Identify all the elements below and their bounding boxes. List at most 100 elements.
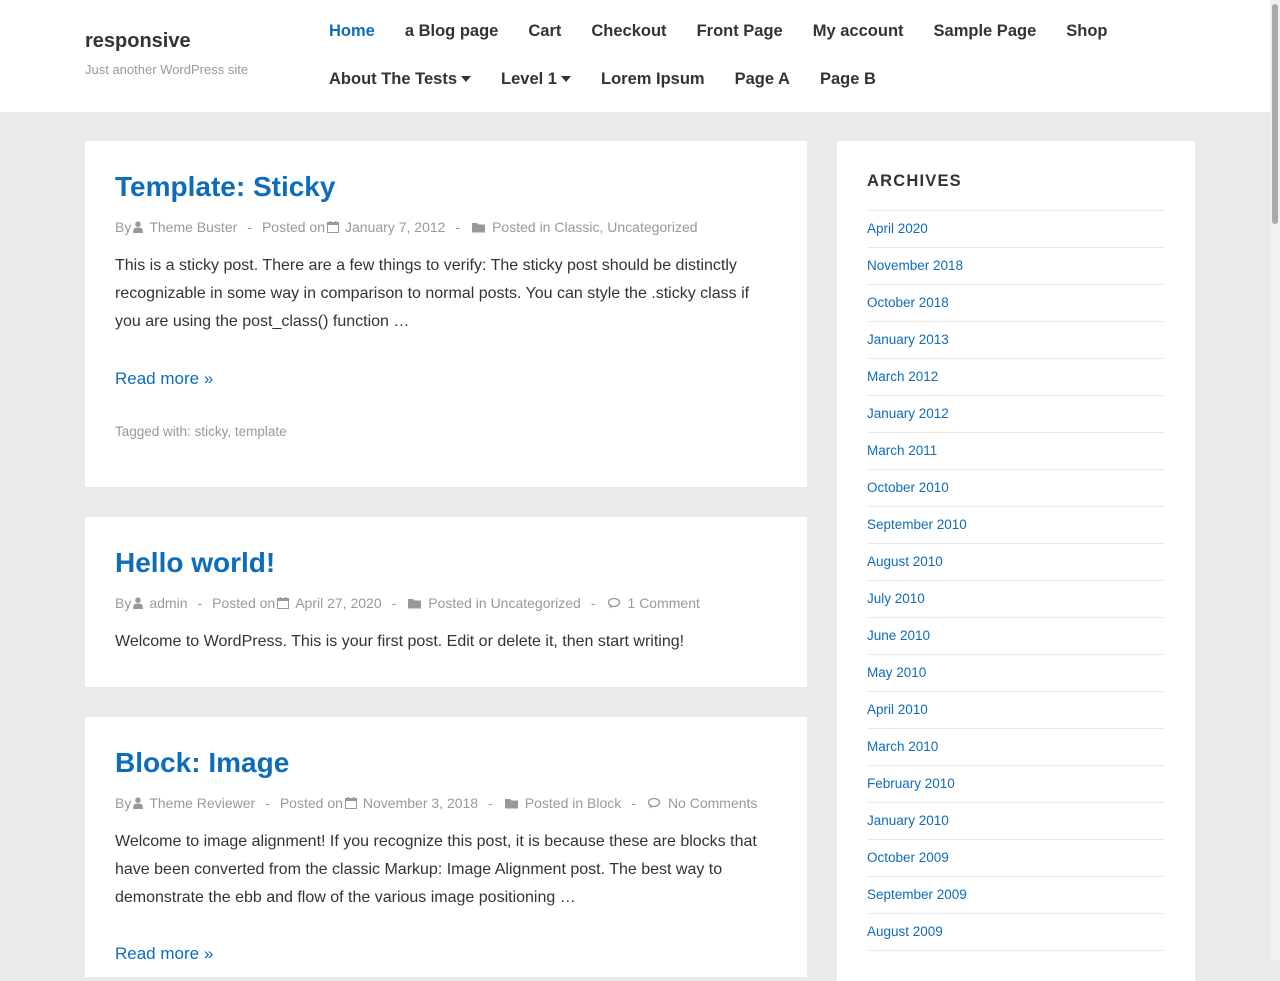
nav-item-page-a[interactable]: Page A: [735, 69, 790, 89]
post-meta: By admin - Posted on April 27, 2020 - Po…: [115, 595, 700, 611]
archive-link[interactable]: April 2010: [867, 702, 928, 717]
post-card: Block: Image By Theme Reviewer - Posted …: [85, 717, 807, 977]
archive-link[interactable]: September 2009: [867, 887, 967, 902]
archive-item: January 2013: [867, 322, 1164, 359]
meta-separator: -: [631, 795, 636, 811]
nav-item-my-account[interactable]: My account: [813, 21, 904, 41]
archive-link[interactable]: February 2010: [867, 776, 955, 791]
archive-link[interactable]: April 2020: [867, 221, 928, 236]
archive-item: February 2010: [867, 766, 1164, 803]
post-category-link[interactable]: Uncategorized: [491, 595, 581, 611]
nav-item-lorem-ipsum[interactable]: Lorem Ipsum: [601, 69, 705, 89]
archive-link[interactable]: September 2010: [867, 517, 967, 532]
archive-item: May 2010: [867, 655, 1164, 692]
archive-link[interactable]: October 2009: [867, 850, 949, 865]
archive-link[interactable]: August 2009: [867, 924, 943, 939]
meta-separator: -: [247, 219, 252, 235]
post-excerpt: Welcome to image alignment! If you recog…: [115, 833, 757, 906]
post-title[interactable]: Hello world!: [115, 547, 275, 579]
post-comments-link[interactable]: 1 Comment: [628, 595, 700, 611]
post-excerpt: Welcome to WordPress. This is your first…: [115, 633, 685, 650]
nav-item-label: About The Tests: [329, 70, 458, 88]
widget-title: ARCHIVES: [867, 172, 962, 190]
post-comments-link[interactable]: No Comments: [668, 795, 757, 811]
tag-links[interactable]: sticky, template: [195, 424, 287, 439]
folder-icon: [504, 798, 518, 808]
post-date-link[interactable]: November 3, 2018: [363, 795, 478, 811]
archive-item: September 2009: [867, 877, 1164, 914]
by-label: By: [115, 595, 132, 611]
post-author-link[interactable]: Theme Buster: [149, 219, 237, 235]
archive-link[interactable]: October 2018: [867, 295, 949, 310]
post-date-link[interactable]: January 7, 2012: [345, 219, 445, 235]
nav-item-front-page[interactable]: Front Page: [697, 21, 783, 41]
archive-item: August 2009: [867, 914, 1164, 951]
archive-link[interactable]: July 2010: [867, 591, 925, 606]
page-scrollbar[interactable]: [1270, 0, 1280, 960]
meta-separator: -: [488, 795, 493, 811]
post-category-link[interactable]: Classic, Uncategorized: [554, 219, 697, 235]
nav-item-checkout[interactable]: Checkout: [591, 21, 666, 41]
nav-item-shop[interactable]: Shop: [1066, 21, 1107, 41]
post-tags: Tagged with: sticky, template: [115, 424, 287, 439]
folder-icon: [472, 222, 486, 232]
archive-item: September 2010: [867, 507, 1164, 544]
tags-label: Tagged with:: [115, 424, 191, 439]
archive-link[interactable]: January 2012: [867, 406, 949, 421]
posted-in-label: Posted in: [524, 795, 584, 811]
archive-link[interactable]: May 2010: [867, 665, 926, 680]
by-label: By: [115, 795, 132, 811]
meta-separator: -: [391, 595, 397, 611]
posted-on-label: Posted on: [279, 795, 343, 811]
archive-list: April 2020 November 2018 October 2018 Ja…: [867, 210, 1164, 951]
nav-item-cart[interactable]: Cart: [528, 21, 561, 41]
archive-link[interactable]: March 2010: [867, 739, 938, 754]
scrollbar-thumb[interactable]: [1272, 4, 1278, 224]
sidebar-archives-widget: ARCHIVES April 2020 November 2018 Octobe…: [837, 141, 1195, 981]
post-title[interactable]: Template: Sticky: [115, 171, 335, 203]
archive-link[interactable]: June 2010: [867, 628, 930, 643]
post-date-link[interactable]: April 27, 2020: [295, 595, 381, 611]
posted-in-label: Posted in: [428, 595, 487, 611]
site-description: Just another WordPress site: [85, 62, 249, 77]
archive-item: November 2018: [867, 248, 1164, 285]
by-label: By: [115, 219, 132, 235]
read-more-link[interactable]: Read more »: [115, 369, 213, 389]
main-nav-row-1: Home a Blog page Cart Checkout Front Pag…: [329, 21, 1138, 41]
post-category-link[interactable]: Block: [587, 795, 621, 811]
meta-separator: -: [455, 219, 461, 235]
meta-separator: -: [265, 795, 270, 811]
main-nav-row-2: About The Tests Level 1 Lorem Ipsum Page…: [329, 69, 906, 89]
post-card: Template: Sticky By Theme Buster - Poste…: [85, 141, 807, 487]
archive-link[interactable]: August 2010: [867, 554, 943, 569]
nav-item-level-1[interactable]: Level 1: [501, 69, 571, 89]
post-author-link[interactable]: Theme Reviewer: [149, 795, 255, 811]
nav-item-page-b[interactable]: Page B: [820, 69, 876, 89]
nav-item-about-the-tests[interactable]: About The Tests: [329, 69, 472, 89]
site-title[interactable]: responsive: [85, 30, 191, 53]
post-title[interactable]: Block: Image: [115, 747, 289, 779]
posted-on-label: Posted on: [261, 219, 326, 235]
archive-link[interactable]: November 2018: [867, 258, 963, 273]
read-more-link[interactable]: Read more »: [115, 944, 213, 964]
comments-icon: [607, 597, 620, 608]
calendar-icon: [344, 797, 357, 809]
archive-link[interactable]: January 2013: [867, 332, 949, 347]
user-icon: [133, 797, 144, 809]
archive-link[interactable]: October 2010: [867, 480, 949, 495]
archive-link[interactable]: March 2011: [867, 443, 937, 458]
meta-separator: -: [197, 595, 203, 611]
nav-item-blog-page[interactable]: a Blog page: [405, 21, 499, 41]
archive-link[interactable]: March 2012: [867, 369, 938, 384]
nav-item-sample-page[interactable]: Sample Page: [934, 21, 1037, 41]
archive-item: August 2010: [867, 544, 1164, 581]
archive-link[interactable]: January 2010: [867, 813, 949, 828]
nav-item-label: Level 1: [501, 70, 557, 88]
archive-item: March 2011: [867, 433, 1164, 470]
archive-item: June 2010: [867, 618, 1164, 655]
archive-item: January 2010: [867, 803, 1164, 840]
post-author-link[interactable]: admin: [149, 595, 187, 611]
calendar-icon: [327, 221, 340, 233]
archive-item: October 2009: [867, 840, 1164, 877]
nav-item-home[interactable]: Home: [329, 21, 375, 41]
